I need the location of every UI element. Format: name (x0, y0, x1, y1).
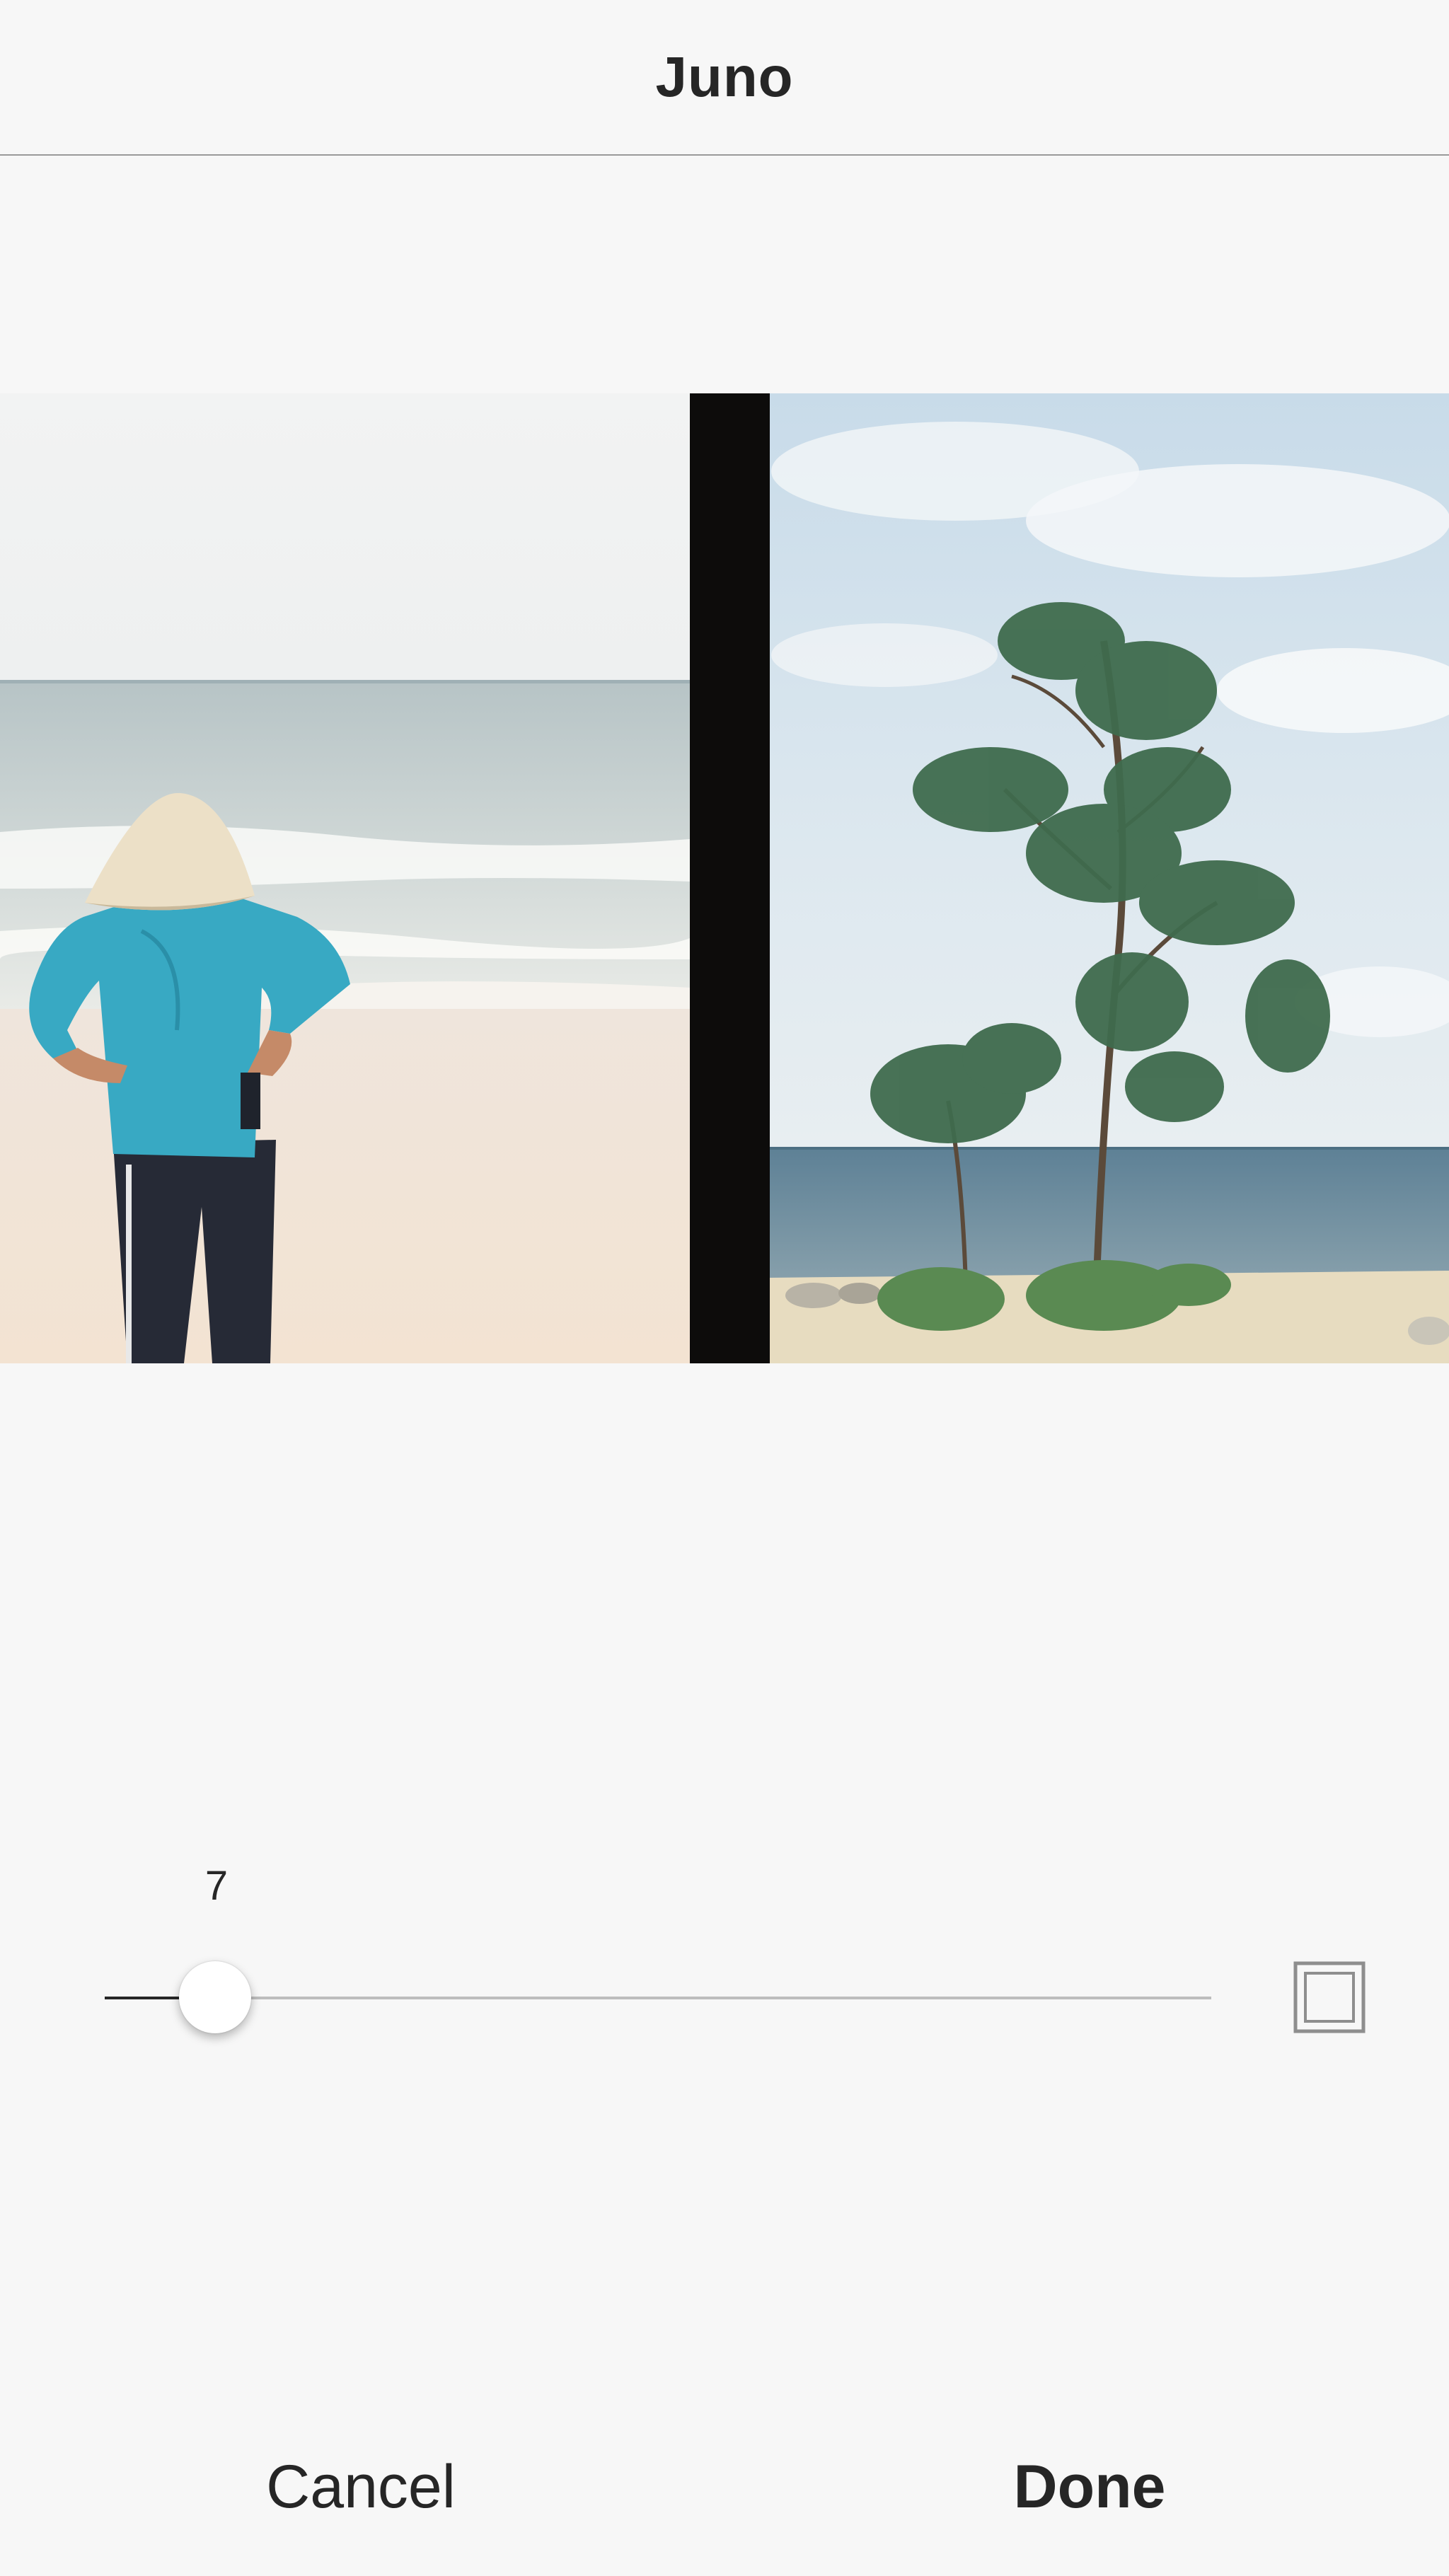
adjustment-value: 7 (204, 1863, 229, 1909)
cancel-button[interactable]: Cancel (212, 2441, 509, 2533)
slider-track[interactable] (105, 1997, 1211, 1999)
right-photo (770, 393, 1449, 1363)
filter-edit-screen: Juno 7 Cancel Done (0, 0, 1449, 2576)
photo-preview (0, 393, 1449, 1363)
slider-track-fill (105, 1997, 180, 1999)
header: Juno (0, 0, 1449, 156)
left-photo (0, 393, 690, 1363)
done-button[interactable]: Done (941, 2441, 1238, 2533)
frame-border-icon (1293, 1961, 1366, 2033)
intensity-slider[interactable] (105, 1960, 1211, 2035)
slider-thumb[interactable] (179, 1961, 252, 2033)
film-separator (690, 393, 770, 1363)
filter-title: Juno (655, 45, 794, 108)
border-toggle-button[interactable] (1292, 1960, 1367, 2035)
